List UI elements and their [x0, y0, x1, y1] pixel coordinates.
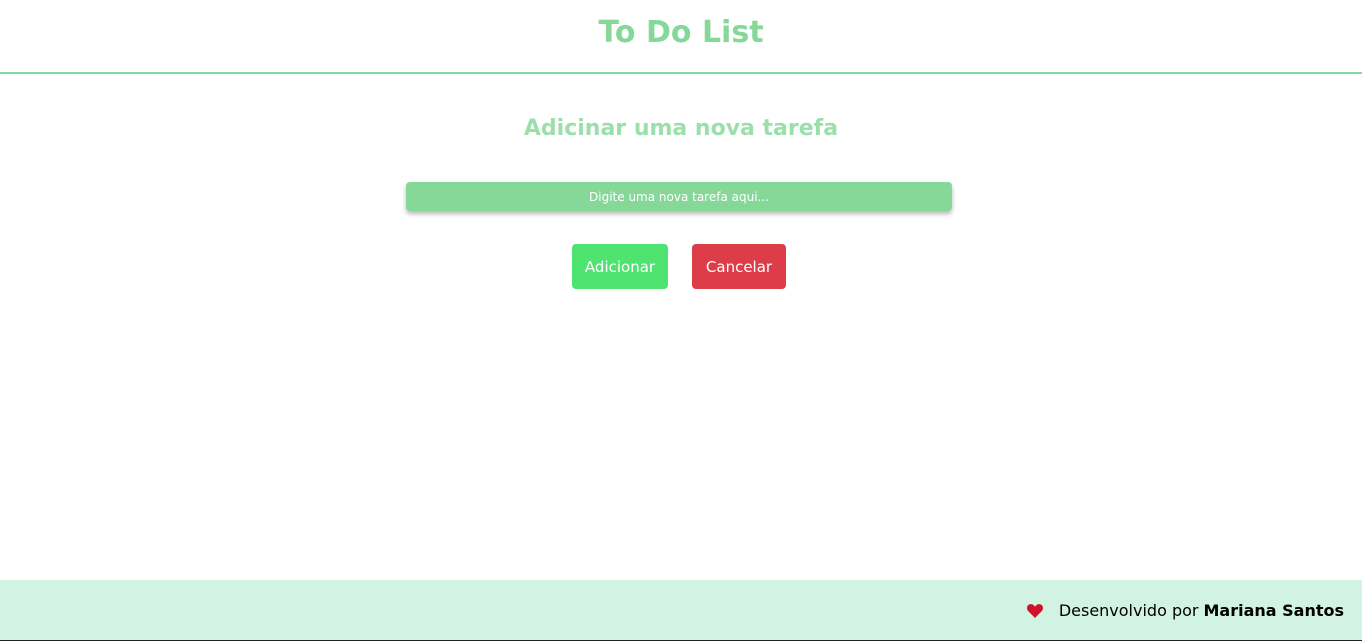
heart-icon — [1026, 603, 1043, 618]
app-header: To Do List — [0, 0, 1362, 74]
new-task-input[interactable] — [406, 182, 952, 211]
footer-credits: Desenvolvido por Mariana Santos — [1026, 600, 1344, 620]
app-root: To Do List Adicinar uma nova tarefa Adic… — [0, 0, 1362, 641]
app-title: To Do List — [598, 14, 764, 50]
cancel-button[interactable]: Cancelar — [692, 244, 786, 289]
author-name: Mariana Santos — [1203, 600, 1344, 620]
add-task-heading: Adicinar uma nova tarefa — [523, 116, 839, 141]
footer-text: Desenvolvido por — [1058, 600, 1199, 620]
add-task-button[interactable]: Adicionar — [572, 244, 668, 289]
page-footer: Desenvolvido por Mariana Santos — [0, 580, 1362, 641]
